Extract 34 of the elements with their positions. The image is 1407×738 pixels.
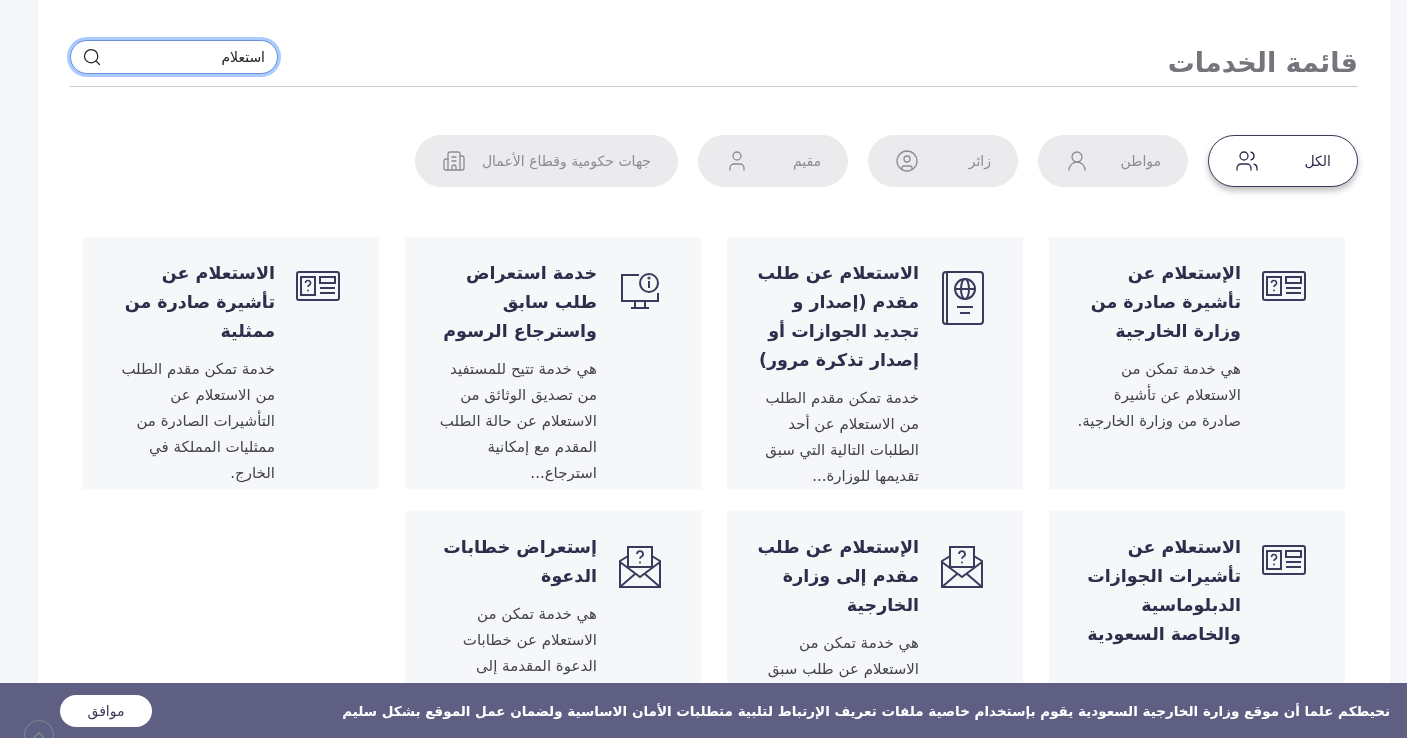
person-icon	[1065, 149, 1089, 173]
accept-button[interactable]: موافق	[60, 694, 152, 727]
service-title: الاستعلام عن تأشيرة صادرة من ممثلية	[123, 262, 275, 343]
service-description: خدمة تمكن مقدم الطلب من الاستعلام عن أحد الطلبات التالية التي سبق تقديمها للوزارة...	[764, 388, 919, 487]
service-description: هي خدمة تمكن من الاستعلام عن خطابات الدعوة المقدمة إلى	[461, 604, 597, 677]
monitor-info-icon	[619, 271, 661, 311]
cookie-message: نحيطكم علما أن موقع وزارة الخارجية السعودية يقوم بإستخدام خاصية ملفات تعريف الإرتباط لتلبية متطلبات الأمان الاساسية ولضمان عمل الموقع بشكل سليم	[342, 702, 1390, 719]
page-title: قائمة الخدمات	[1167, 47, 1358, 78]
building-icon	[441, 149, 466, 173]
service-description: هي خدمة تتيح للمستفيد من تصديق الوثائق من الاستعلام عن حالة الطلب المقدم مع إمكانية استرجاع...	[438, 359, 597, 484]
service-title: الاستعلام عن تأشيرات الجوازات الدبلوماسية والخاصة السعودية	[1086, 536, 1241, 647]
passport-icon	[940, 271, 984, 325]
person-icon	[895, 149, 919, 173]
service-title: الإستعلام عن طلب مقدم إلى وزارة الخارجية	[756, 536, 919, 617]
service-description: خدمة تمكن مقدم الطلب من الاستعلام عن التأشيرات الصادرة من ممثليات المملكة في الخارج.	[120, 359, 275, 485]
envelope-question-icon	[618, 545, 662, 589]
service-title: الإستعلام عن تأشيرة صادرة من وزارة الخارجية	[1089, 262, 1241, 344]
filter-tab[interactable]: الكل	[1208, 135, 1358, 187]
service-title: إستعراض خطابات الدعوة	[442, 536, 597, 589]
visa-card-icon	[1262, 271, 1306, 301]
search-field[interactable]: استعلام	[70, 40, 278, 74]
people-group-icon	[1235, 149, 1259, 173]
visa-card-icon	[296, 271, 340, 301]
search-icon[interactable]	[82, 47, 102, 67]
visa-card-icon	[1262, 545, 1306, 575]
service-card[interactable]: الاستعلام عن تأشيرة صادرة من ممثلية خدمة تمكن مقدم الطلب من الاستعلام عن التأشيرات الصادرة من ممثليات المملكة في الخارج.	[83, 237, 379, 489]
service-title: الاستعلام عن طلب مقدم (إصدار و تجديد الجوازات أو إصدار تذكرة مرور)	[756, 262, 919, 373]
envelope-question-icon	[940, 545, 984, 589]
service-title: خدمة استعراض طلب سابق واسترجاع الرسوم	[442, 262, 597, 344]
service-description: هي خدمة تمكن من الاستعلام عن طلب سبق	[766, 633, 919, 680]
service-card[interactable]: الإستعلام عن تأشيرة صادرة من وزارة الخارجية هي خدمة تمكن من الاستعلام عن تأشيرة صادرة من وزارة الخارجية.	[1049, 237, 1345, 489]
service-description: هي خدمة تمكن من الاستعلام عن تأشيرة صادرة من وزارة الخارجية.	[1076, 359, 1241, 432]
service-card[interactable]: خدمة استعراض طلب سابق واسترجاع الرسوم هي خدمة تتيح للمستفيد من تصديق الوثائق من الاستعلام عن حالة الطلب المقدم مع إمكانية استرجاع...	[405, 237, 701, 489]
service-card[interactable]: الاستعلام عن طلب مقدم (إصدار و تجديد الجوازات أو إصدار تذكرة مرور) خدمة تمكن مقدم الطلب من الاستعلام عن أحد الطلبات التالية التي سبق تقديمها للوزارة...	[727, 237, 1023, 489]
